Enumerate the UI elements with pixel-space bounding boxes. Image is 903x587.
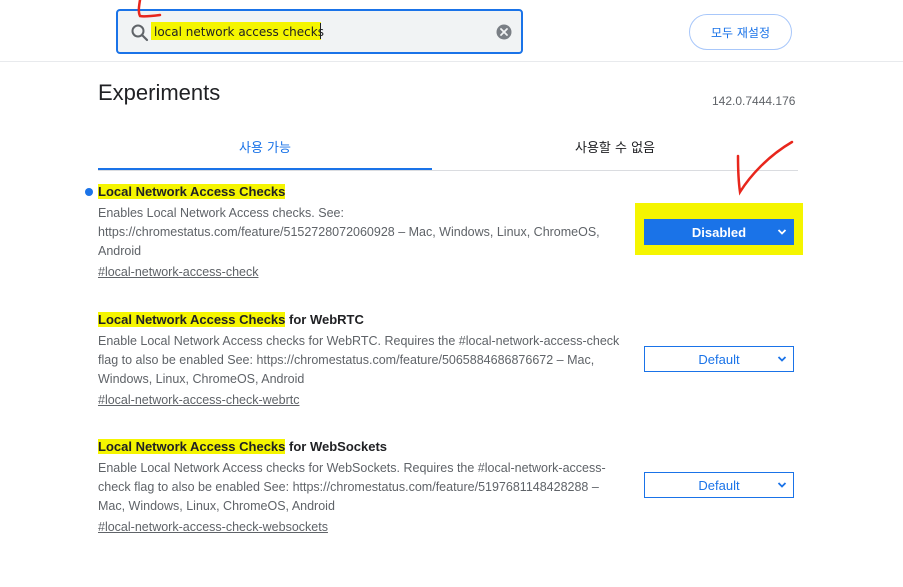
experiment-item: Local Network Access Checks for WebSocke… (98, 438, 628, 537)
chevron-down-icon (777, 356, 787, 362)
header-bar: 모두 재설정 (0, 0, 903, 62)
experiment-select-websockets[interactable]: Default (644, 472, 794, 498)
tab-unavailable[interactable]: 사용할 수 없음 (432, 137, 798, 156)
reset-all-button[interactable]: 모두 재설정 (689, 14, 792, 50)
select-value: Default (698, 477, 740, 493)
experiment-item: Local Network Access Checks Enables Loca… (98, 183, 628, 282)
select-value: Default (698, 351, 740, 367)
select-value: Disabled (691, 224, 747, 240)
chevron-down-icon (777, 482, 787, 488)
experiment-title-highlight: Local Network Access Checks (98, 312, 286, 327)
experiment-description: Enable Local Network Access checks for W… (98, 334, 620, 386)
experiment-title: Local Network Access Checks for WebSocke… (98, 438, 628, 456)
experiment-permalink[interactable]: #local-network-access-check-webrtc (98, 391, 299, 410)
experiment-title: Local Network Access Checks (98, 183, 628, 201)
search-box[interactable] (116, 9, 523, 54)
text-caret (320, 23, 321, 39)
search-input[interactable] (154, 21, 484, 43)
tab-available[interactable]: 사용 가능 (98, 137, 432, 156)
clear-icon[interactable] (495, 23, 513, 41)
search-icon (131, 24, 149, 42)
experiment-description: Enables Local Network Access checks. See… (98, 206, 600, 258)
page-title: Experiments (98, 80, 221, 105)
experiment-item: Local Network Access Checks for WebRTC E… (98, 311, 628, 410)
experiment-title-highlight: Local Network Access Checks (98, 439, 286, 454)
tab-divider (98, 170, 798, 171)
chevron-down-icon (777, 229, 787, 235)
experiment-select-webrtc[interactable]: Default (644, 346, 794, 372)
experiment-title-highlight: Local Network Access Checks (98, 184, 286, 199)
experiment-description: Enable Local Network Access checks for W… (98, 461, 606, 513)
experiment-permalink[interactable]: #local-network-access-check-websockets (98, 518, 328, 537)
modified-indicator-dot (85, 188, 93, 196)
experiment-title-rest: for WebSockets (285, 439, 388, 454)
experiment-select-local-network-access-check[interactable]: Disabled (644, 219, 794, 245)
experiment-title: Local Network Access Checks for WebRTC (98, 311, 628, 329)
experiment-title-rest: for WebRTC (285, 312, 364, 327)
experiment-permalink[interactable]: #local-network-access-check (98, 263, 258, 282)
version-label: 142.0.7444.176 (712, 94, 796, 108)
